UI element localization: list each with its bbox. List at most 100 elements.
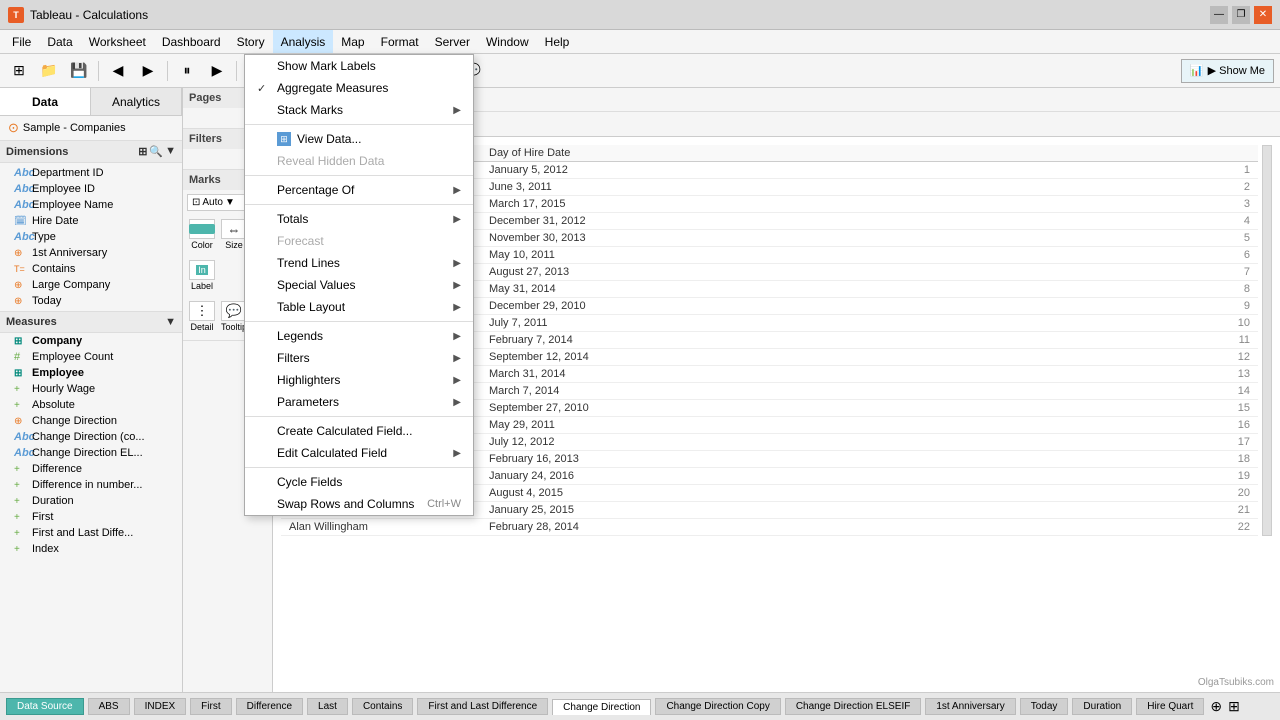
status-tab-1st-anniversary[interactable]: 1st Anniversary (925, 698, 1015, 715)
menu-cycle-fields[interactable]: Cycle Fields (245, 471, 473, 493)
marks-label-icon-box: In (189, 260, 215, 280)
measure-duration[interactable]: + Duration (0, 493, 182, 509)
cell-hire-date: March 7, 2014 (481, 383, 1228, 400)
viz-scrollbar[interactable] (1262, 145, 1272, 536)
menu-stack-marks[interactable]: Stack Marks ▶ (245, 99, 473, 121)
dimensions-search-icon[interactable]: 🔍 (149, 145, 163, 158)
measure-change-direction-co[interactable]: Abc Change Direction (co... (0, 429, 182, 445)
measure-hourly-wage[interactable]: + Hourly Wage (0, 381, 182, 397)
status-tab-index[interactable]: INDEX (134, 698, 187, 715)
minimize-button[interactable]: — (1210, 6, 1228, 24)
measure-change-direction-el[interactable]: Abc Change Direction EL... (0, 445, 182, 461)
menu-data[interactable]: Data (39, 30, 80, 53)
menu-server[interactable]: Server (427, 30, 478, 53)
data-tab[interactable]: Data (0, 88, 91, 115)
add-sheet-button[interactable]: ⊕ (1210, 698, 1222, 715)
dim-hire-date[interactable]: 🗓 Hire Date (0, 213, 182, 229)
menu-create-calculated-field[interactable]: Create Calculated Field... (245, 420, 473, 442)
status-tab-last[interactable]: Last (307, 698, 348, 715)
measure-first-last-diff[interactable]: + First and Last Diffe... (0, 525, 182, 541)
menu-legends[interactable]: Legends ▶ (245, 325, 473, 347)
menu-show-mark-labels[interactable]: Show Mark Labels (245, 55, 473, 77)
cell-row-num: 7 (1228, 264, 1258, 281)
status-tab-change-direction-copy[interactable]: Change Direction Copy (655, 698, 780, 715)
dim-today[interactable]: ⊕ Today (0, 293, 182, 309)
analytics-tab[interactable]: Analytics (91, 88, 182, 115)
status-tab-first-and-last-difference[interactable]: First and Last Difference (417, 698, 548, 715)
menu-format[interactable]: Format (373, 30, 427, 53)
menu-map[interactable]: Map (333, 30, 372, 53)
status-tab-change-direction-elseif[interactable]: Change Direction ELSEIF (785, 698, 922, 715)
measure-icon-hourly-wage: + (14, 384, 28, 395)
menu-window[interactable]: Window (478, 30, 537, 53)
menu-swap-rows-columns[interactable]: Swap Rows and Columns Ctrl+W (245, 493, 473, 515)
status-tab-difference[interactable]: Difference (236, 698, 303, 715)
measure-group-employee[interactable]: ⊞ Employee (0, 365, 182, 381)
pause-button[interactable]: ⏸ (174, 58, 200, 84)
measure-absolute[interactable]: + Absolute (0, 397, 182, 413)
new-workbook-button[interactable]: ⊞ (6, 58, 32, 84)
measure-employee-count[interactable]: # Employee Count (0, 349, 182, 365)
measure-group-company[interactable]: ⊞ Company (0, 333, 182, 349)
status-tab-hire-quart[interactable]: Hire Quart (1136, 698, 1204, 715)
measure-index[interactable]: + Index (0, 541, 182, 557)
menu-worksheet[interactable]: Worksheet (81, 30, 154, 53)
menu-trend-lines[interactable]: Trend Lines ▶ (245, 252, 473, 274)
dim-department-id[interactable]: Abc Department ID (0, 165, 182, 181)
menu-view-data[interactable]: ⊞ View Data... (245, 128, 473, 150)
menu-dashboard[interactable]: Dashboard (154, 30, 229, 53)
measure-icon-first: + (14, 512, 28, 523)
sheet-list-button[interactable]: ⊞ (1228, 698, 1240, 715)
measure-difference-number[interactable]: + Difference in number... (0, 477, 182, 493)
run-button[interactable]: ▶ (204, 58, 230, 84)
measure-change-direction[interactable]: ⊕ Change Direction (0, 413, 182, 429)
open-button[interactable]: 📁 (36, 58, 62, 84)
status-tab-contains[interactable]: Contains (352, 698, 413, 715)
menu-analysis[interactable]: Analysis (273, 30, 334, 53)
forward-button[interactable]: ▶ (135, 58, 161, 84)
menu-totals[interactable]: Totals ▶ (245, 208, 473, 230)
measure-icon-employee-count: # (14, 351, 28, 363)
status-tab-datasource[interactable]: Data Source (6, 698, 84, 715)
menu-highlighters[interactable]: Highlighters ▶ (245, 369, 473, 391)
menu-table-layout[interactable]: Table Layout ▶ (245, 296, 473, 318)
dim-1st-anniversary[interactable]: ⊕ 1st Anniversary (0, 245, 182, 261)
status-tab-change-direction[interactable]: Change Direction (552, 699, 651, 715)
menu-aggregate-measures[interactable]: ✓ Aggregate Measures (245, 77, 473, 99)
back-button[interactable]: ◀ (105, 58, 131, 84)
cell-hire-date: August 4, 2015 (481, 485, 1228, 502)
menu-special-values-label: Special Values (277, 278, 447, 292)
menu-file[interactable]: File (4, 30, 39, 53)
measure-difference[interactable]: + Difference (0, 461, 182, 477)
menu-special-values[interactable]: Special Values ▶ (245, 274, 473, 296)
dim-employee-id[interactable]: Abc Employee ID (0, 181, 182, 197)
dim-contains[interactable]: T= Contains (0, 261, 182, 277)
menu-help[interactable]: Help (537, 30, 578, 53)
menu-sep-6 (245, 467, 473, 468)
menu-percentage-of[interactable]: Percentage Of ▶ (245, 179, 473, 201)
status-tab-abs[interactable]: ABS (88, 698, 130, 715)
menu-edit-calculated-field[interactable]: Edit Calculated Field ▶ (245, 442, 473, 464)
marks-label-button[interactable]: In Label (187, 256, 217, 295)
measures-expand-icon[interactable]: ▼ (165, 316, 176, 328)
show-me-button[interactable]: 📊 ▶ Show Me (1181, 59, 1274, 83)
menu-filters[interactable]: Filters ▶ (245, 347, 473, 369)
dim-employee-name[interactable]: Abc Employee Name (0, 197, 182, 213)
dimensions-grid-icon[interactable]: ⊞ (138, 145, 147, 158)
status-tab-duration[interactable]: Duration (1072, 698, 1132, 715)
dimensions-expand-icon[interactable]: ▼ (165, 145, 176, 158)
dim-large-company[interactable]: ⊕ Large Company (0, 277, 182, 293)
status-tab-first[interactable]: First (190, 698, 231, 715)
dim-type[interactable]: Abc Type (0, 229, 182, 245)
close-button[interactable]: ✕ (1254, 6, 1272, 24)
maximize-button[interactable]: ❐ (1232, 6, 1250, 24)
menu-parameters[interactable]: Parameters ▶ (245, 391, 473, 413)
menu-aggregate-measures-check: ✓ (257, 82, 271, 95)
marks-color-button[interactable]: Color (187, 215, 217, 254)
menu-story[interactable]: Story (229, 30, 273, 53)
marks-detail-button[interactable]: ⋮ Detail (187, 297, 217, 336)
status-tab-today[interactable]: Today (1020, 698, 1069, 715)
save-button[interactable]: 💾 (66, 58, 92, 84)
data-source-row[interactable]: ⊙ Sample - Companies (0, 116, 182, 140)
measure-first[interactable]: + First (0, 509, 182, 525)
